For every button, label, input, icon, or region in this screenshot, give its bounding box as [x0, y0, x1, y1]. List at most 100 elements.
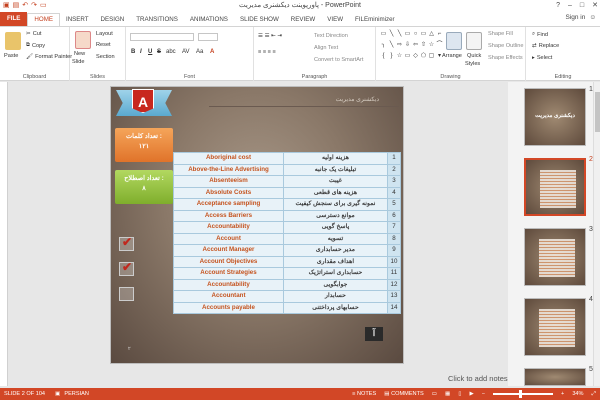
tab-design[interactable]: DESIGN — [95, 14, 131, 26]
thumbnail-slide-4[interactable] — [524, 298, 586, 356]
copy-button[interactable]: ⧉ Copy — [26, 42, 45, 49]
convert-smartart-button[interactable]: Convert to SmartArt — [314, 57, 363, 63]
change-case-button[interactable]: Aa — [196, 49, 203, 55]
tab-transitions[interactable]: TRANSITIONS — [130, 14, 184, 26]
tab-view[interactable]: VIEW — [321, 14, 349, 26]
thumbnail-slide-1[interactable]: دیکشنری مدیریت — [524, 88, 586, 146]
thumbnail-slide-2[interactable] — [524, 158, 586, 216]
font-size-combo[interactable] — [198, 33, 218, 41]
strikethrough-button[interactable]: S — [157, 49, 161, 55]
fit-slide-icon[interactable]: ⤢ — [592, 388, 596, 400]
tab-review[interactable]: REVIEW — [285, 14, 321, 26]
row-number: 10 — [387, 255, 401, 268]
table-row: Accounts payable حسابهای پرداختنی 14 — [173, 301, 401, 314]
tab-home[interactable]: HOME — [27, 13, 60, 26]
comments-button[interactable]: ▤ COMMENTS — [384, 388, 423, 400]
tab-fileminimizer[interactable]: FILEminimizer — [349, 14, 401, 26]
maximize-button[interactable]: □ — [580, 0, 584, 12]
find-button[interactable]: ⌕ Find — [532, 31, 548, 38]
thumbnail-content — [539, 239, 575, 277]
phrase-count-box[interactable]: تعداد اصطلاح : ۸ — [115, 170, 173, 204]
letter-badge[interactable]: A — [132, 89, 154, 113]
layout-button[interactable]: Layout — [96, 31, 113, 37]
notes-button[interactable]: ≡ NOTES — [352, 388, 376, 400]
shape-effects-button[interactable]: Shape Effects — [488, 55, 523, 61]
select-button[interactable]: ▸ Select — [532, 55, 552, 61]
vocab-table[interactable]: Aboriginal cost هزینه اولیه 1 Above-the-Lin… — [173, 152, 401, 314]
table-row: Acceptance sampling نمونه گیری برای سنجش … — [173, 198, 401, 211]
sorter-view-icon[interactable]: ▦ — [445, 388, 450, 400]
close-button[interactable]: ✕ — [592, 0, 598, 12]
quick-styles-button[interactable]: Quick — [467, 53, 481, 59]
thumbnail-slide-3[interactable] — [524, 228, 586, 286]
slide-canvas[interactable]: دیکشنری مدیریت A تعداد کلمات : ۱۲۱ تعداد… — [110, 86, 404, 364]
word-count-box[interactable]: تعداد کلمات : ۱۲۱ — [115, 128, 173, 162]
font-label: Font — [183, 74, 195, 80]
shape-outline-button[interactable]: Shape Outline — [488, 43, 523, 49]
term-english: Account Strategies — [173, 267, 284, 280]
reading-view-icon[interactable]: ▯ — [458, 388, 461, 400]
paste-button[interactable]: Paste — [4, 53, 18, 59]
normal-view-icon[interactable]: ▭ — [432, 388, 437, 400]
quick-styles-button-2[interactable]: Styles — [465, 61, 480, 67]
font-group: B I U S abc AV Aa A Font — [126, 27, 254, 81]
slide-header[interactable]: دیکشنری مدیریت — [336, 96, 379, 103]
bullets-button[interactable]: ☰ ☰ ⇤ ⇥ — [258, 33, 282, 39]
new-slide-button-2[interactable]: Slide — [72, 59, 84, 65]
scrollbar-thumb[interactable] — [595, 92, 600, 132]
new-slide-button[interactable]: New — [74, 51, 85, 57]
phrase-count-value: ۸ — [142, 185, 146, 192]
zoom-slider[interactable] — [493, 390, 554, 398]
tab-slide-show[interactable]: SLIDE SHOW — [234, 14, 285, 26]
arrange-icon[interactable] — [446, 32, 462, 50]
tab-animations[interactable]: ANIMATIONS — [184, 14, 234, 26]
arrange-button[interactable]: Arrange — [442, 53, 462, 59]
tab-file[interactable]: FILE — [0, 12, 28, 26]
cut-button[interactable]: ✂ Cut — [26, 31, 41, 37]
table-row: Account Manager مدیر حسابداری 9 — [173, 244, 401, 257]
help-button[interactable]: ? — [556, 0, 560, 12]
row-number: 5 — [387, 198, 401, 211]
italic-button[interactable]: I — [140, 49, 142, 55]
thumbnail-slide-5[interactable] — [524, 368, 586, 386]
notes-placeholder[interactable]: Click to add notes — [448, 374, 508, 383]
term-english: Accountability — [173, 221, 284, 234]
paste-icon[interactable] — [5, 32, 21, 50]
zoom-in-button[interactable]: + — [561, 388, 564, 400]
brand-logo: آ — [365, 327, 383, 341]
replace-button[interactable]: ⇄ Replace — [532, 43, 559, 49]
quick-styles-icon[interactable] — [466, 32, 482, 50]
zoom-level[interactable]: 34% — [572, 388, 583, 400]
slide-counter: SLIDE 2 OF 104 — [4, 391, 46, 397]
slideshow-view-icon[interactable]: ▶ — [469, 388, 473, 400]
font-name-combo[interactable] — [130, 33, 194, 41]
align-text-button[interactable]: Align Text — [314, 45, 338, 51]
term-english: Absenteeism — [173, 175, 284, 188]
signin-link[interactable]: Sign in — [565, 14, 585, 21]
shapes-gallery[interactable]: ▭ ╲ ╲ ▭ ○ ▭ △ ⌐ ╮ ╲ ⇨ ⇩ ⇦ ⇧ ☆ ⌒ {} ☆ ▭ ◇ ⬠ ▢ ▾ — [380, 31, 443, 63]
vertical-scrollbar[interactable] — [593, 82, 600, 386]
underline-button[interactable]: U — [148, 49, 152, 55]
row-number: 13 — [387, 290, 401, 303]
spellcheck-icon[interactable]: ▣ — [55, 391, 60, 397]
slide-thumbnails-panel: 1 دیکشنری مدیریت 2 3 4 5 — [508, 82, 600, 386]
minimize-button[interactable]: – — [568, 0, 572, 12]
shadow-button[interactable]: abc — [166, 49, 176, 55]
align-buttons[interactable]: ≡ ≡ ≡ ≡ — [258, 49, 276, 55]
section-button[interactable]: Section — [96, 54, 115, 60]
language-indicator[interactable]: PERSIAN — [64, 391, 89, 397]
header-line — [209, 106, 399, 107]
bold-button[interactable]: B — [131, 49, 135, 55]
font-color-button[interactable]: A — [210, 49, 214, 55]
reset-button[interactable]: Reset — [96, 42, 111, 48]
new-slide-icon[interactable] — [75, 31, 91, 49]
char-spacing-button[interactable]: AV — [182, 49, 190, 55]
format-painter-button[interactable]: 🖌 Format Painter — [26, 54, 72, 60]
shape-fill-button[interactable]: Shape Fill — [488, 31, 513, 37]
term-persian: تسویه — [283, 232, 388, 245]
zoom-out-button[interactable]: − — [482, 388, 485, 400]
smiley-icon[interactable]: ☺ — [589, 14, 596, 21]
tab-insert[interactable]: INSERT — [60, 14, 95, 26]
row-number: 11 — [387, 267, 401, 280]
text-direction-button[interactable]: Text Direction — [314, 33, 348, 39]
